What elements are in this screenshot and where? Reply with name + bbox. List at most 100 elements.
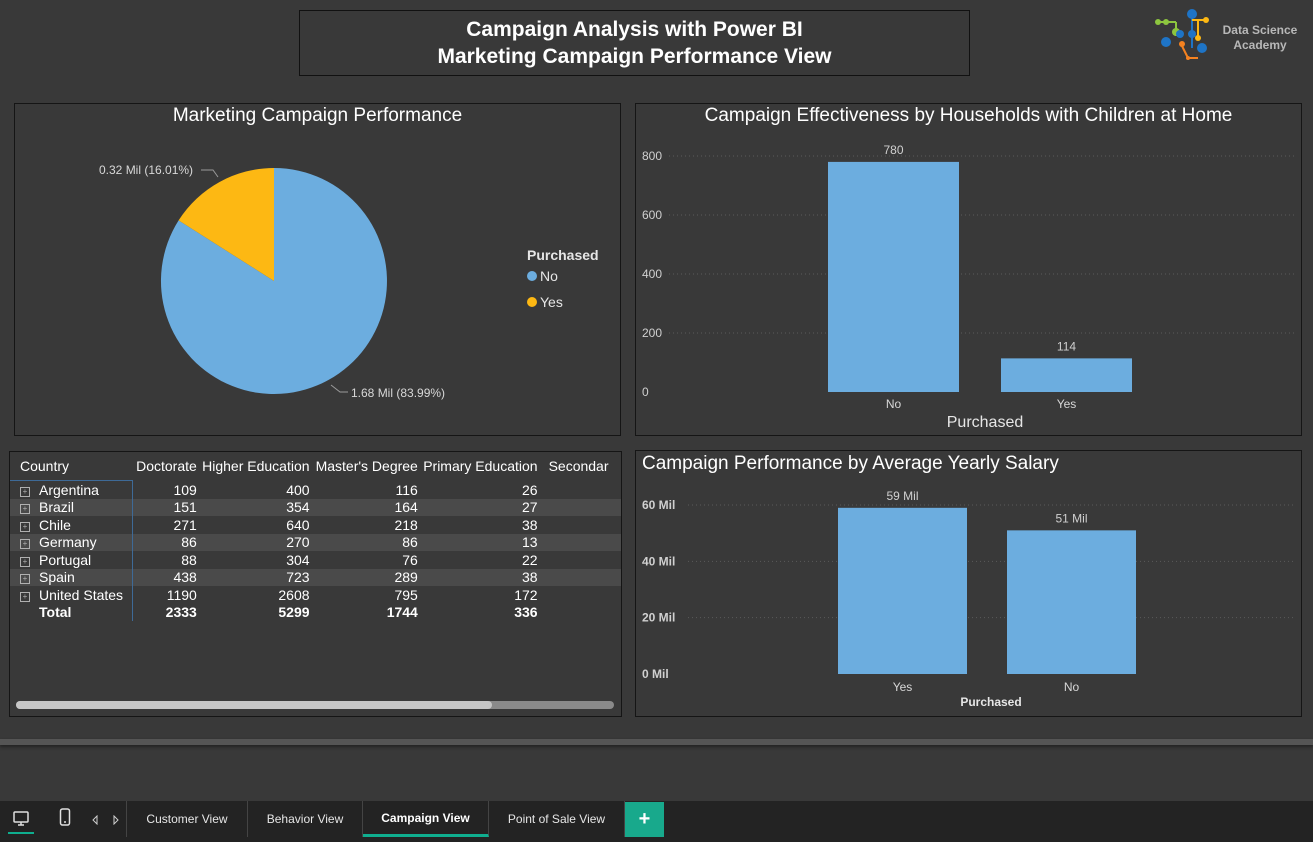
matrix-cell-empty (538, 586, 621, 604)
y-tick-label: 40 Mil (642, 554, 675, 568)
legend-item-yes[interactable]: Yes (527, 294, 563, 310)
matrix-cell: 218 (394, 516, 418, 533)
monitor-icon (13, 811, 29, 826)
matrix-row-label: Chile (39, 516, 71, 533)
pie-legend-title: Purchased (527, 247, 599, 263)
report-title-box: Campaign Analysis with Power BI Marketin… (299, 10, 970, 76)
matrix-header-country[interactable]: Country (10, 452, 133, 481)
salary-chart-panel[interactable]: Campaign Performance by Average Yearly S… (635, 450, 1302, 717)
matrix-row-label: Germany (39, 534, 97, 551)
matrix-header-primary-education[interactable]: Primary Education (418, 452, 537, 481)
x-tick-label: No (886, 397, 902, 411)
matrix-cell-empty (538, 481, 621, 499)
add-page-button[interactable]: + (625, 802, 664, 837)
matrix-cell-empty (537, 498, 621, 516)
children-at-home-chart-panel[interactable]: Campaign Effectiveness by Households wit… (635, 103, 1302, 436)
matrix-row-chile[interactable]: + Chile 271 640 218 38 (10, 516, 621, 534)
matrix-header-masters-degree[interactable]: Master's Degree (310, 452, 418, 481)
chevron-right-icon (113, 815, 119, 825)
y-tick-label: 0 Mil (642, 667, 669, 681)
expand-icon[interactable]: + (20, 521, 30, 532)
expand-icon[interactable]: + (20, 486, 30, 497)
chevron-left-icon (92, 815, 98, 825)
mobile-view-button[interactable] (54, 806, 76, 828)
matrix-header-doctorate[interactable]: Doctorate (132, 452, 197, 481)
matrix-header-secondary[interactable]: Secondar (538, 452, 621, 481)
matrix-row-label: Argentina (39, 481, 99, 498)
matrix-cell-empty (538, 551, 621, 569)
children-bar-chart[interactable]: 800 600 400 200 0 780 No 114 Yes Purchased (636, 104, 1301, 435)
x-tick-label: Yes (893, 680, 913, 694)
campaign-performance-pie-panel[interactable]: Marketing Campaign Performance 0.32 Mil … (14, 103, 621, 436)
matrix-cell: 27 (417, 498, 538, 516)
matrix-cell: 86 (132, 533, 197, 551)
pie-label-no: 1.68 Mil (83.99%) (351, 386, 445, 400)
data-label: 780 (883, 143, 903, 157)
matrix-header-higher-education[interactable]: Higher Education (197, 452, 309, 481)
expand-icon[interactable]: + (20, 556, 30, 567)
expand-icon[interactable]: + (20, 574, 30, 585)
x-tick-label: Yes (1057, 397, 1077, 411)
matrix-cell: 88 (181, 551, 197, 568)
matrix-cell: 289 (309, 568, 418, 586)
salary-bar-chart[interactable]: 60 Mil 40 Mil 20 Mil 0 Mil 59 Mil Yes 51 Mil No… (636, 451, 1301, 716)
matrix-row-united-states[interactable]: + United States 1190 2608 795 172 (10, 586, 621, 604)
matrix-cell-empty (538, 604, 621, 622)
matrix-cell-empty (537, 568, 621, 586)
desktop-view-button[interactable] (8, 806, 34, 834)
matrix-cell: 13 (417, 533, 538, 551)
matrix-total-label: Total (39, 604, 72, 621)
matrix-cell: 86 (309, 533, 418, 551)
y-tick-label: 800 (642, 149, 662, 163)
expand-icon[interactable]: + (20, 539, 30, 550)
logo-text: Data Science Academy (1222, 23, 1298, 52)
matrix-cell: 438 (132, 568, 197, 586)
matrix-row-argentina[interactable]: + Argentina 109 400 116 26 (10, 480, 621, 499)
matrix-total-cell: 2333 (165, 604, 197, 621)
previous-page-button[interactable] (89, 812, 101, 828)
tab-campaign-view[interactable]: Campaign View (363, 801, 489, 837)
matrix-row-label: Brazil (39, 499, 75, 516)
matrix-horizontal-scrollbar[interactable] (16, 701, 614, 709)
matrix-cell: 116 (395, 481, 418, 498)
legend-item-no[interactable]: No (527, 268, 558, 284)
bar-no[interactable] (1007, 530, 1136, 674)
scrollbar-thumb[interactable] (16, 701, 492, 709)
matrix-table: Country Doctorate Higher Education Maste… (10, 452, 621, 621)
expand-icon[interactable]: + (20, 504, 30, 515)
bar-yes[interactable] (838, 507, 967, 674)
report-subtitle: Marketing Campaign Performance View (437, 45, 832, 68)
bar-yes[interactable] (1001, 358, 1132, 392)
matrix-row-portugal[interactable]: + Portugal 88 304 76 22 (10, 551, 621, 569)
matrix-cell: 151 (132, 498, 197, 516)
matrix-row-label: United States (39, 586, 124, 603)
matrix-row-brazil[interactable]: + Brazil 151 354 164 27 (10, 498, 621, 516)
y-tick-label: 200 (642, 326, 662, 340)
tab-behavior-view[interactable]: Behavior View (248, 801, 363, 837)
y-tick-label: 0 (642, 385, 649, 399)
next-page-button[interactable] (110, 812, 122, 828)
matrix-row-total: Total 2333 5299 1744 336 (10, 603, 621, 622)
country-education-matrix[interactable]: Country Doctorate Higher Education Maste… (9, 451, 622, 717)
data-label: 114 (1057, 339, 1076, 353)
tab-point-of-sale-view[interactable]: Point of Sale View (489, 801, 625, 837)
x-tick-label: No (1064, 680, 1080, 694)
expand-icon[interactable]: + (20, 591, 30, 602)
matrix-cell-empty (538, 516, 621, 534)
matrix-cell: 354 (196, 498, 310, 516)
matrix-cell: 38 (522, 516, 538, 533)
matrix-row-label: Spain (39, 569, 75, 586)
legend-dot-no (527, 271, 537, 281)
legend-dot-yes (527, 297, 537, 307)
matrix-row-spain[interactable]: + Spain 438 723 289 38 (10, 568, 621, 586)
matrix-cell: 76 (402, 551, 418, 568)
matrix-cell: 640 (286, 516, 310, 533)
bar-no[interactable] (828, 161, 959, 392)
matrix-row-germany[interactable]: + Germany 86 270 86 13 (10, 533, 621, 551)
tab-customer-view[interactable]: Customer View (126, 801, 248, 837)
data-label: 59 Mil (886, 489, 918, 503)
matrix-cell: 26 (522, 481, 538, 498)
y-tick-label: 600 (642, 208, 662, 222)
y-tick-label: 400 (642, 267, 662, 281)
leader-line-no (330, 384, 348, 393)
